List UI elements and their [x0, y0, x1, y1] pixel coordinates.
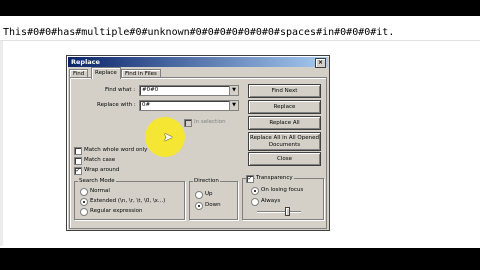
replace-all-button[interactable]: Replace All [248, 116, 321, 130]
video-letterbox-top [0, 0, 480, 16]
always-radio[interactable] [251, 198, 259, 206]
replace-all-label: Replace All [269, 119, 300, 126]
close-icon[interactable]: × [315, 58, 326, 68]
up-label: Up [205, 191, 213, 197]
replace-label: Replace [273, 103, 296, 110]
replace-with-value: 0# [142, 102, 151, 108]
regex-label: Regular expression [90, 208, 143, 214]
match-whole-word-label: Match whole word only [84, 147, 148, 153]
editor-gutter [0, 41, 3, 246]
regex-radio[interactable] [80, 208, 88, 216]
match-whole-word-checkbox[interactable] [74, 147, 82, 155]
match-case-label: Match case [84, 157, 116, 163]
mouse-pointer-icon: ➤ [163, 130, 174, 144]
search-mode-title: Search Mode [78, 178, 116, 184]
find-next-label: Find Next [271, 87, 298, 94]
replace-all-in-opened-documents-button[interactable]: Replace All in All Opened Documents [248, 132, 321, 151]
normal-radio[interactable] [80, 188, 88, 196]
replace-with-label: Replace with : [97, 102, 136, 108]
video-letterbox-bottom [0, 248, 480, 270]
extended-label: Extended (\n, \r, \t, \0, \x...) [90, 198, 166, 204]
dialog-title: Replace [71, 58, 100, 66]
on-losing-focus-label: On losing focus [261, 187, 304, 193]
down-radio[interactable] [195, 202, 203, 210]
find-what-label: Find what : [105, 87, 136, 93]
replace-dialog: Replace × Find Replace Find in Files Fin… [66, 55, 330, 231]
transparency-checkbox[interactable]: ✓ [246, 175, 254, 183]
extended-radio[interactable] [80, 198, 88, 206]
transparency-slider-thumb[interactable] [285, 207, 290, 216]
in-selection-checkbox[interactable] [184, 119, 192, 127]
close-button[interactable]: Close [248, 152, 321, 166]
editor-text-line[interactable]: This#0#0#has#multiple#0#unknown#0#0#0#0#… [3, 27, 394, 38]
direction-title: Direction [193, 178, 220, 184]
search-mode-group: Search Mode Normal Extended (\n, \r, \t,… [74, 178, 185, 220]
chevron-down-icon[interactable]: ▼ [229, 101, 238, 110]
wrap-around-label: Wrap around [84, 167, 120, 173]
replace-all-open-line2: Documents [268, 141, 301, 148]
find-what-field[interactable]: #0#0 ▼ [139, 85, 239, 96]
normal-label: Normal [90, 188, 110, 194]
transparency-title: Transparency [255, 175, 294, 181]
dialog-titlebar[interactable]: Replace × [68, 57, 328, 68]
up-radio[interactable] [195, 191, 203, 199]
direction-group: Direction Up Down [189, 178, 238, 220]
match-case-checkbox[interactable] [74, 157, 82, 165]
transparency-slider-track[interactable] [257, 211, 301, 213]
on-losing-focus-radio[interactable] [251, 187, 259, 195]
in-selection-label: In selection [194, 119, 226, 125]
replace-button[interactable]: Replace [248, 100, 321, 114]
replace-with-field[interactable]: 0# ▼ [139, 100, 239, 111]
down-label: Down [205, 202, 221, 208]
find-what-value: #0#0 [142, 87, 159, 93]
always-label: Always [261, 198, 281, 204]
replace-all-open-line1: Replace All in All Opened [250, 134, 319, 141]
editor-line-separator [0, 40, 480, 41]
transparency-group: ✓ Transparency On losing focus Always [242, 175, 324, 220]
wrap-around-checkbox[interactable]: ✓ [74, 167, 82, 175]
chevron-down-icon[interactable]: ▼ [229, 86, 238, 95]
close-label: Close [277, 155, 292, 162]
find-next-button[interactable]: Find Next [248, 84, 321, 98]
tab-replace[interactable]: Replace [91, 67, 121, 79]
